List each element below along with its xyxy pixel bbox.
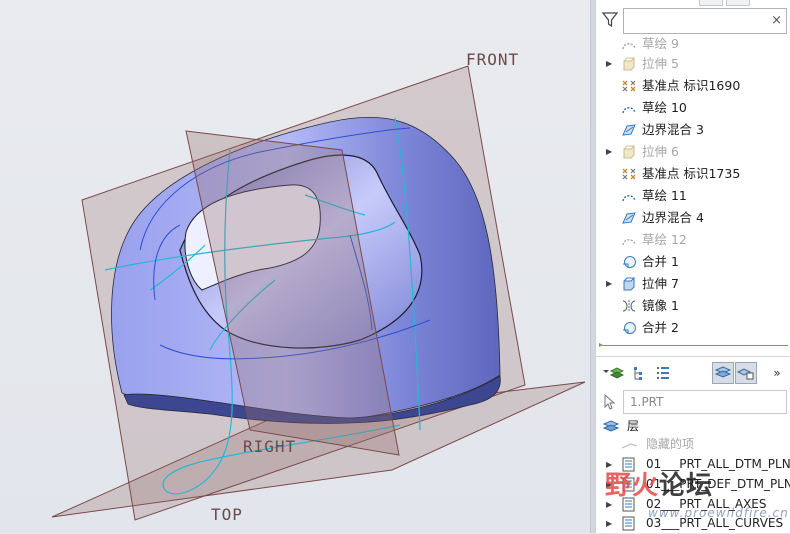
layer-list-icon	[622, 516, 635, 531]
extrude-icon	[623, 277, 635, 291]
datum-point-icon	[622, 80, 636, 92]
layer-properties-button[interactable]	[652, 362, 674, 384]
side-panel: × 草绘 9 ▶ 拉伸 5 基准点 标识1690 草绘 10 边界混合 3 ▶ …	[595, 0, 790, 533]
layer-item-hidden[interactable]: 隐藏的项	[596, 434, 790, 455]
active-model-field[interactable]: 1.PRT	[623, 390, 787, 414]
panel-tab-button[interactable]	[699, 0, 723, 6]
top-plane-label: TOP	[211, 505, 243, 524]
layer-toolbar: »	[596, 360, 790, 388]
front-plane-label: FRONT	[466, 50, 519, 69]
extrude-icon	[623, 57, 635, 71]
expand-arrow-icon[interactable]: ▶	[606, 141, 612, 163]
tree-item[interactable]: 合并 1	[596, 251, 790, 273]
hidden-items-icon	[621, 443, 637, 449]
layer-model-selector: 1.PRT	[596, 390, 790, 414]
datum-point-icon	[622, 168, 636, 180]
expand-arrow-icon[interactable]: ▶	[606, 513, 612, 534]
right-plane-label: RIGHT	[243, 437, 296, 456]
tree-item[interactable]: 草绘 12	[596, 229, 790, 251]
insert-indicator[interactable]	[599, 343, 788, 347]
panel-top-tabs	[596, 0, 790, 6]
sketch-icon	[622, 107, 636, 114]
tree-item[interactable]: 草绘 11	[596, 185, 790, 207]
graphics-viewport[interactable]: FRONT RIGHT TOP	[0, 0, 595, 533]
model-tree: 草绘 9 ▶ 拉伸 5 基准点 标识1690 草绘 10 边界混合 3 ▶ 拉伸…	[596, 34, 790, 344]
tree-item[interactable]: ▶ 拉伸 7	[596, 273, 790, 295]
layer-status-icon	[736, 368, 754, 380]
boundary-blend-icon	[622, 124, 636, 136]
model-scene[interactable]: FRONT RIGHT TOP	[0, 0, 595, 533]
expand-arrow-icon[interactable]: ▶	[606, 53, 612, 75]
clear-search-icon[interactable]: ×	[771, 13, 782, 28]
merge-icon	[623, 322, 636, 334]
boundary-blend-icon	[622, 212, 636, 224]
tree-item[interactable]: ▶ 拉伸 5	[596, 53, 790, 75]
layer-visibility-icon	[714, 366, 732, 378]
merge-icon	[623, 256, 636, 268]
model-tree-search-input[interactable]: ×	[623, 8, 787, 34]
panel-tab-button[interactable]	[726, 0, 750, 6]
layer-properties-icon	[657, 367, 669, 379]
sketch-icon	[622, 195, 636, 202]
layers-icon	[603, 367, 625, 379]
more-tools-button[interactable]: »	[766, 362, 788, 384]
show-tree-icon	[634, 367, 642, 380]
select-cursor-icon[interactable]	[603, 394, 617, 410]
extrude-icon	[623, 145, 635, 159]
mirror-icon	[622, 300, 636, 312]
tree-item[interactable]: 草绘 10	[596, 97, 790, 119]
tree-item[interactable]: 草绘 9	[596, 34, 790, 55]
layer-status-toggle[interactable]	[735, 362, 757, 384]
watermark-url: www.proewildfire.cn	[648, 506, 789, 520]
tree-item[interactable]: 合并 2	[596, 317, 790, 339]
forum-watermark: 野火论坛	[605, 471, 714, 501]
expand-arrow-icon[interactable]: ▶	[606, 273, 612, 295]
tree-item[interactable]: ▶ 拉伸 6	[596, 141, 790, 163]
filter-icon[interactable]	[602, 12, 618, 28]
tree-icon-button[interactable]	[628, 362, 650, 384]
tree-item[interactable]: 边界混合 4	[596, 207, 790, 229]
sketch-icon	[622, 239, 636, 246]
tree-item[interactable]: 边界混合 3	[596, 119, 790, 141]
tree-item[interactable]: 基准点 标识1690	[596, 75, 790, 97]
layers-icon	[603, 420, 619, 432]
sketch-icon	[622, 43, 636, 50]
tree-item[interactable]: 镜像 1	[596, 295, 790, 317]
layers-dropdown-button[interactable]	[602, 362, 625, 384]
tree-item[interactable]: 基准点 标识1735	[596, 163, 790, 185]
layer-visibility-toggle[interactable]	[712, 362, 734, 384]
panel-divider[interactable]	[596, 356, 790, 357]
